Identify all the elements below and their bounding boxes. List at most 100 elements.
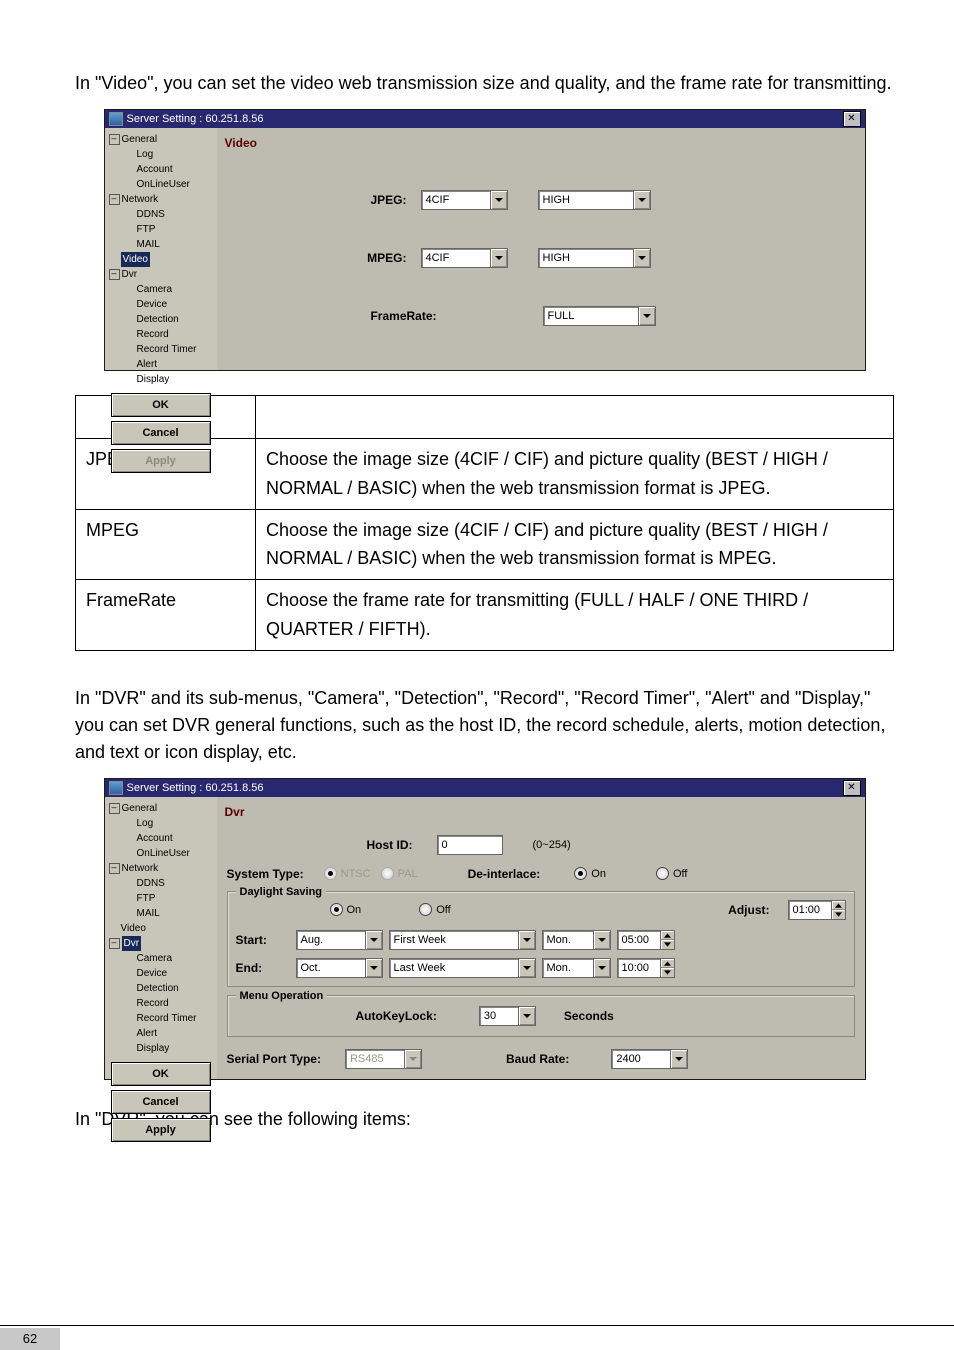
start-label: Start: <box>236 931 290 949</box>
tree-recordtimer[interactable]: Record Timer <box>109 342 215 357</box>
chevron-down-icon <box>593 931 610 949</box>
end-week-select[interactable]: Last Week <box>389 958 536 978</box>
jpeg-size-select[interactable]: 4CIF <box>421 190 508 210</box>
tree-detection[interactable]: Detection <box>109 312 215 327</box>
deinterlace-off-radio[interactable]: Off <box>656 866 687 883</box>
panel-header: Dvr <box>225 803 855 821</box>
pal-radio[interactable]: PAL <box>381 866 418 883</box>
tree-dvr[interactable]: Dvr <box>122 269 138 280</box>
tree-device[interactable]: Device <box>109 297 215 312</box>
apply-button[interactable]: Apply <box>111 1118 211 1142</box>
collapse-icon[interactable]: – <box>109 134 120 145</box>
chevron-down-icon <box>490 191 507 209</box>
pal-label: PAL <box>398 866 418 883</box>
cancel-button[interactable]: Cancel <box>111 421 211 445</box>
tree-display[interactable]: Display <box>109 1041 215 1056</box>
tree-mail[interactable]: MAIL <box>109 906 215 921</box>
table-row-value: Choose the image size (4CIF / CIF) and p… <box>255 439 893 510</box>
serial-port-select[interactable]: RS485 <box>345 1049 422 1069</box>
tree-video[interactable]: Video <box>109 921 215 936</box>
collapse-icon[interactable]: – <box>109 194 120 205</box>
adjust-spinner[interactable]: 01:00 <box>788 900 846 920</box>
baud-rate-select[interactable]: 2400 <box>611 1049 688 1069</box>
settings-tree: –General Log Account OnLineUser –Network… <box>109 132 215 387</box>
tree-network[interactable]: Network <box>122 194 159 205</box>
tree-alert[interactable]: Alert <box>109 1026 215 1041</box>
jpeg-quality-value: HIGH <box>539 191 633 209</box>
end-day-select[interactable]: Mon. <box>542 958 611 978</box>
tree-onlineuser[interactable]: OnLineUser <box>109 846 215 861</box>
chevron-down-icon <box>633 249 650 267</box>
collapse-icon[interactable]: – <box>109 938 120 949</box>
tree-ftp[interactable]: FTP <box>109 222 215 237</box>
ntsc-radio[interactable]: NTSC <box>324 866 371 883</box>
mpeg-size-select[interactable]: 4CIF <box>421 248 508 268</box>
panel-header: Video <box>225 134 855 152</box>
autokeylock-select[interactable]: 30 <box>479 1006 536 1026</box>
tree-general[interactable]: General <box>122 134 158 145</box>
app-icon <box>109 112 123 126</box>
end-time-spinner[interactable]: 10:00 <box>617 958 675 978</box>
settings-tree: –General Log Account OnLineUser –Network… <box>109 801 215 1056</box>
collapse-icon[interactable]: – <box>109 803 120 814</box>
start-day-select[interactable]: Mon. <box>542 930 611 950</box>
tree-general[interactable]: General <box>122 803 158 814</box>
table-row-key: FrameRate <box>76 580 256 651</box>
host-id-input[interactable]: 0 <box>437 835 503 855</box>
start-week-select[interactable]: First Week <box>389 930 536 950</box>
host-id-hint: (0~254) <box>533 837 571 854</box>
daylight-saving-legend: Daylight Saving <box>236 884 327 901</box>
baud-rate-value: 2400 <box>612 1050 670 1068</box>
chevron-down-icon <box>518 931 535 949</box>
tree-network[interactable]: Network <box>122 863 159 874</box>
chevron-down-icon <box>593 959 610 977</box>
tree-ddns[interactable]: DDNS <box>109 876 215 891</box>
mpeg-quality-select[interactable]: HIGH <box>538 248 651 268</box>
ntsc-label: NTSC <box>341 866 371 883</box>
deinterlace-on-radio[interactable]: On <box>574 866 606 883</box>
ds-on-radio[interactable]: On <box>330 902 362 919</box>
spinner-icon <box>660 930 675 950</box>
framerate-value: FULL <box>544 307 638 325</box>
tree-display[interactable]: Display <box>109 372 215 387</box>
tree-ddns[interactable]: DDNS <box>109 207 215 222</box>
tree-log[interactable]: Log <box>109 816 215 831</box>
tree-camera[interactable]: Camera <box>109 282 215 297</box>
start-time-spinner[interactable]: 05:00 <box>617 930 675 950</box>
apply-button[interactable]: Apply <box>111 449 211 473</box>
start-week-value: First Week <box>390 931 518 949</box>
tree-onlineuser[interactable]: OnLineUser <box>109 177 215 192</box>
tree-record[interactable]: Record <box>109 327 215 342</box>
tree-account[interactable]: Account <box>109 162 215 177</box>
tree-mail[interactable]: MAIL <box>109 237 215 252</box>
end-month-select[interactable]: Oct. <box>296 958 383 978</box>
tree-account[interactable]: Account <box>109 831 215 846</box>
tree-recordtimer[interactable]: Record Timer <box>109 1011 215 1026</box>
cancel-button[interactable]: Cancel <box>111 1090 211 1114</box>
tree-detection[interactable]: Detection <box>109 981 215 996</box>
end-time-value: 10:00 <box>617 958 661 978</box>
tree-camera[interactable]: Camera <box>109 951 215 966</box>
spinner-icon <box>660 958 675 978</box>
app-icon <box>109 781 123 795</box>
framerate-select[interactable]: FULL <box>543 306 656 326</box>
tree-alert[interactable]: Alert <box>109 357 215 372</box>
tree-ftp[interactable]: FTP <box>109 891 215 906</box>
jpeg-quality-select[interactable]: HIGH <box>538 190 651 210</box>
close-button[interactable]: ✕ <box>843 111 861 127</box>
close-button[interactable]: ✕ <box>843 780 861 796</box>
end-week-value: Last Week <box>390 959 518 977</box>
start-month-select[interactable]: Aug. <box>296 930 383 950</box>
collapse-icon[interactable]: – <box>109 269 120 280</box>
tree-log[interactable]: Log <box>109 147 215 162</box>
window-title: Server Setting : 60.251.8.56 <box>127 110 264 128</box>
tree-record[interactable]: Record <box>109 996 215 1011</box>
menu-operation-legend: Menu Operation <box>236 988 328 1005</box>
tree-device[interactable]: Device <box>109 966 215 981</box>
ok-button[interactable]: OK <box>111 393 211 417</box>
tree-video-selected[interactable]: Video <box>121 252 150 267</box>
ok-button[interactable]: OK <box>111 1062 211 1086</box>
tree-dvr-selected[interactable]: Dvr <box>122 936 142 951</box>
ds-off-radio[interactable]: Off <box>419 902 450 919</box>
collapse-icon[interactable]: – <box>109 863 120 874</box>
